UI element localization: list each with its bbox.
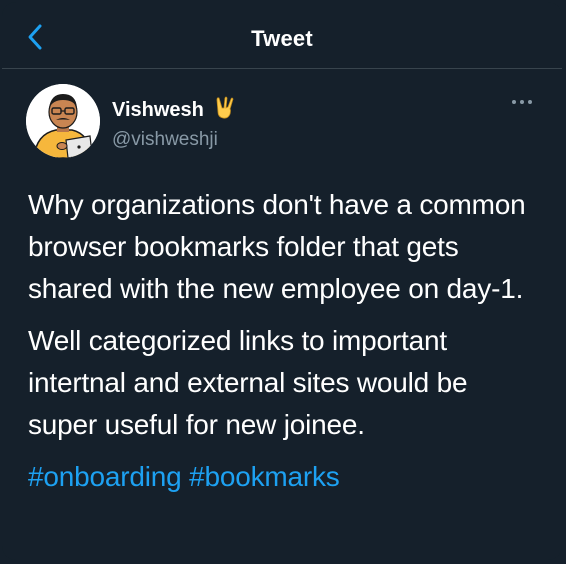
hashtag-row: #onboarding #bookmarks — [28, 456, 542, 498]
tweet-author: Vishwesh @vishweshji — [26, 84, 542, 164]
tweet-paragraph: Well categorized links to important inte… — [28, 325, 468, 440]
author-handle[interactable]: @vishweshji — [112, 129, 236, 151]
victory-hand-icon — [214, 96, 236, 125]
page-title: Tweet — [251, 26, 313, 51]
tweet-text: Why organizations don't have a common br… — [28, 184, 542, 498]
hashtag-link[interactable]: #bookmarks — [189, 461, 340, 492]
avatar-illustration — [26, 84, 100, 158]
hashtag-link[interactable]: #onboarding — [28, 461, 182, 492]
top-bar: Tweet — [2, 2, 562, 69]
more-icon — [512, 100, 532, 104]
author-display-name[interactable]: Vishwesh — [112, 99, 204, 122]
author-names: Vishwesh @vishweshji — [112, 96, 236, 151]
tweet-paragraph: Why organizations don't have a common br… — [28, 189, 526, 304]
avatar[interactable] — [26, 84, 100, 158]
more-options-button[interactable] — [508, 90, 536, 114]
tweet-screen: Tweet Vishwesh @vishweshji Why organizat… — [2, 2, 562, 560]
